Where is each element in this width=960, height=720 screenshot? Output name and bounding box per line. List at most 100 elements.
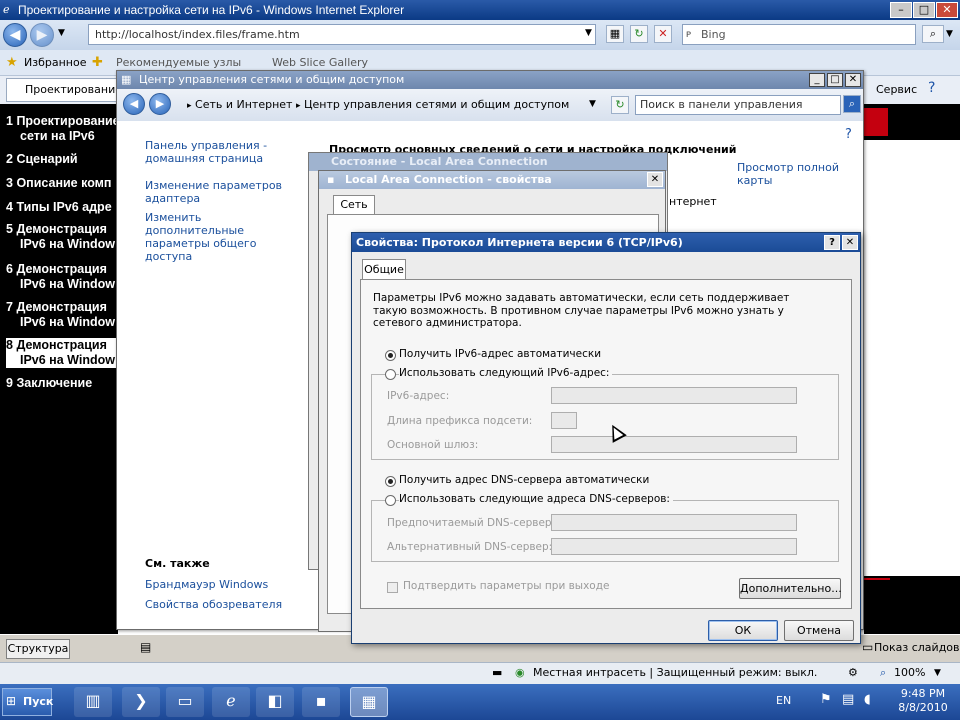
service-menu[interactable]: Сервис <box>876 83 917 96</box>
slide-area <box>864 140 960 576</box>
tab-network[interactable]: Сеть <box>333 195 375 215</box>
outline-item[interactable]: 1 Проектирование <box>6 114 118 129</box>
cp-minimize-button[interactable]: _ <box>809 73 825 87</box>
prefix-length-field[interactable] <box>551 412 577 429</box>
tab-general[interactable]: Общие <box>362 259 406 280</box>
clock-date: 8/8/2010 <box>898 701 948 714</box>
firewall-link[interactable]: Брандмауэр Windows <box>145 578 268 591</box>
ok-button[interactable]: ОК <box>708 620 778 641</box>
notes-icon[interactable]: ▤ <box>140 640 151 654</box>
ipv6-help-button[interactable]: ? <box>824 235 840 250</box>
gateway-field[interactable] <box>551 436 797 453</box>
taskbar-server-manager-icon[interactable]: ▥ <box>74 687 112 717</box>
language-indicator[interactable]: EN <box>776 694 791 707</box>
change-adapter-link[interactable]: Изменение параметров адаптера <box>145 179 285 205</box>
search-dropdown-icon[interactable]: ▼ <box>946 29 953 39</box>
favorites-button[interactable]: Избранное <box>24 50 86 76</box>
breadcrumb-center[interactable]: Центр управления сетями и общим доступом <box>304 98 569 111</box>
cp-close-button[interactable]: ✕ <box>845 73 861 87</box>
manual-ip-radio[interactable] <box>385 369 396 380</box>
outline-item[interactable]: 5 Демонстрация <box>6 222 118 237</box>
full-map-link[interactable]: Просмотр полной карты <box>737 161 863 187</box>
internet-options-link[interactable]: Свойства обозревателя <box>145 598 282 611</box>
tab-current[interactable]: Проектирование и настройка сети на IPv6 <box>6 78 118 102</box>
zoom-icon[interactable]: ⌕ <box>880 663 886 683</box>
manual-ip-label[interactable]: Использовать следующий IPv6-адрес: <box>399 367 613 379</box>
clock[interactable]: 9:48 PM 8/8/2010 <box>890 687 956 715</box>
chevron-down-icon[interactable]: ▼ <box>58 28 65 38</box>
auto-dns-radio[interactable] <box>385 476 396 487</box>
preferred-dns-field[interactable] <box>551 514 797 531</box>
ipv6-close-button[interactable]: ✕ <box>842 235 858 250</box>
volume-icon[interactable]: ◖ <box>864 692 871 707</box>
slideshow-label[interactable]: Показ слайдов <box>874 641 960 654</box>
validate-label[interactable]: Подтвердить параметры при выходе <box>403 580 609 592</box>
outline-item[interactable]: 7 Демонстрация <box>6 300 118 315</box>
structure-button[interactable]: Структура <box>6 639 70 659</box>
lac-titlebar: ▪ Local Area Connection - свойства ✕ <box>319 171 665 189</box>
outline-item-selected[interactable]: 8 Демонстрация <box>6 338 118 353</box>
back-button[interactable]: ◀ <box>3 23 27 47</box>
close-button[interactable]: ✕ <box>936 2 958 18</box>
outline-item[interactable]: 3 Описание комп <box>6 176 118 191</box>
zoom-level[interactable]: 100% <box>894 663 925 683</box>
cp-help-icon[interactable]: ? <box>845 127 852 142</box>
add-favorite-icon[interactable]: ✚ <box>92 50 103 76</box>
breadcrumb[interactable]: ▸ Сеть и Интернет ▸ Центр управления сет… <box>187 94 607 116</box>
manual-dns-radio[interactable] <box>385 495 396 506</box>
taskbar-powershell-icon[interactable]: ❯ <box>122 687 160 717</box>
slide-red-line <box>864 578 890 580</box>
advanced-button[interactable]: Дополнительно... <box>739 578 842 599</box>
taskbar-cmd-icon[interactable]: ▪ <box>302 687 340 717</box>
lac-close-button[interactable]: ✕ <box>647 172 663 187</box>
validate-checkbox[interactable] <box>387 582 398 593</box>
ip-address-field[interactable] <box>551 387 797 404</box>
tray-network-icon[interactable]: ▤ <box>842 692 854 707</box>
cp-forward-button[interactable]: ▶ <box>149 93 171 115</box>
minimize-button[interactable]: – <box>890 2 912 18</box>
auto-dns-label[interactable]: Получить адрес DNS-сервера автоматически <box>399 474 649 486</box>
auto-ip-label[interactable]: Получить IPv6-адрес автоматически <box>399 348 601 360</box>
forward-button[interactable]: ▶ <box>30 23 54 47</box>
taskbar-explorer-icon[interactable]: ▭ <box>166 687 204 717</box>
cp-back-button[interactable]: ◀ <box>123 93 145 115</box>
outline-item-cont[interactable]: IPv6 на Window <box>6 277 118 292</box>
cp-search-icon[interactable]: ⌕ <box>843 95 861 113</box>
outline-item[interactable]: 6 Демонстрация <box>6 262 118 277</box>
sharing-settings-link[interactable]: Изменить дополнительные параметры общего… <box>145 211 295 263</box>
ipv6-titlebar: Свойства: Протокол Интернета версии 6 (T… <box>352 233 860 252</box>
address-bar[interactable]: http://localhost/index.files/frame.htm <box>88 24 596 45</box>
cp-search-input[interactable]: Поиск в панели управления <box>635 95 841 115</box>
maximize-button[interactable]: □ <box>913 2 935 18</box>
taskbar-network-icon[interactable]: ▦ <box>350 687 388 717</box>
stop-icon[interactable]: ✕ <box>654 25 672 43</box>
address-dropdown-icon[interactable]: ▼ <box>585 28 592 38</box>
search-input[interactable]: Bing <box>682 24 916 45</box>
refresh-icon[interactable]: ↻ <box>630 25 648 43</box>
outline-item[interactable]: 2 Сценарий <box>6 152 118 167</box>
manual-dns-label[interactable]: Использовать следующие адреса DNS-сервер… <box>399 493 673 505</box>
protected-mode-icon[interactable]: ⚙ <box>848 663 858 683</box>
cp-refresh-icon[interactable]: ↻ <box>611 96 629 114</box>
outline-item[interactable]: 4 Типы IPv6 адре <box>6 200 118 215</box>
cp-maximize-button[interactable]: □ <box>827 73 843 87</box>
outline-item-selected-cont[interactable]: IPv6 на Window <box>6 353 118 368</box>
outline-item[interactable]: 9 Заключение <box>6 376 118 391</box>
auto-ip-radio[interactable] <box>385 350 396 361</box>
zoom-dropdown-icon[interactable]: ▼ <box>934 663 941 683</box>
outline-item-cont[interactable]: IPv6 на Window <box>6 237 118 252</box>
action-center-icon[interactable]: ⚑ <box>820 692 832 707</box>
outline-item-cont[interactable]: сети на IPv6 <box>6 129 118 144</box>
cp-home-link[interactable]: Панель управления - домашняя страница <box>145 139 285 165</box>
breadcrumb-dropdown-icon[interactable]: ▼ <box>589 99 596 109</box>
taskbar-ie-icon[interactable]: ℯ <box>212 687 250 717</box>
search-icon[interactable]: ⌕ <box>922 25 944 43</box>
compat-view-icon[interactable]: ▦ <box>606 25 624 43</box>
breadcrumb-network[interactable]: Сеть и Интернет <box>195 98 292 111</box>
outline-item-cont[interactable]: IPv6 на Window <box>6 315 118 330</box>
cancel-button[interactable]: Отмена <box>784 620 854 641</box>
taskbar-app-icon[interactable]: ◧ <box>256 687 294 717</box>
alternate-dns-field[interactable] <box>551 538 797 555</box>
slideshow-icon[interactable]: ▭ <box>862 640 873 654</box>
help-icon[interactable]: ? <box>928 80 935 96</box>
